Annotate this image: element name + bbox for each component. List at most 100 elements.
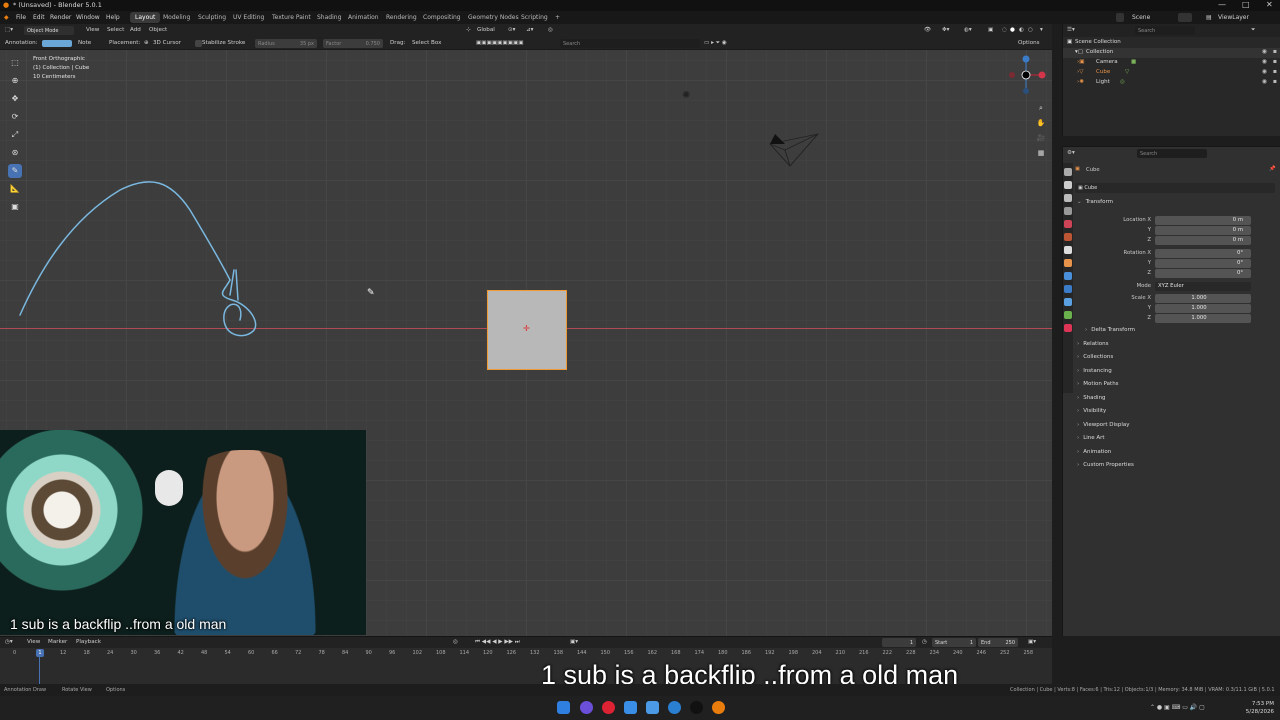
- delta-transform-panel-header[interactable]: Delta Transform: [1085, 327, 1280, 338]
- rotation-y-field[interactable]: 0°: [1155, 259, 1251, 268]
- properties-editor-icon[interactable]: ⚙▾: [1067, 150, 1075, 156]
- axis-gizmo-icon[interactable]: [1008, 55, 1048, 97]
- search-input[interactable]: Search: [560, 39, 700, 48]
- tab-sculpting[interactable]: Sculpting: [193, 12, 231, 23]
- instancing-panel-header[interactable]: Instancing: [1077, 368, 1277, 379]
- render-camera-icon[interactable]: ▪: [1273, 48, 1277, 55]
- menu-help[interactable]: Help: [106, 14, 120, 21]
- filter-icons[interactable]: ▭ ▸ ⏷ ◉: [704, 40, 727, 47]
- visibility-icon[interactable]: 👁: [924, 27, 931, 33]
- settings-icon[interactable]: [646, 701, 659, 714]
- rotation-x-field[interactable]: 0°: [1155, 249, 1251, 258]
- zoom-icon[interactable]: ⌕: [1035, 102, 1047, 114]
- menu-render[interactable]: Render: [50, 14, 71, 21]
- outliner-item[interactable]: ›▽ Cube ▽ ◉ ▪: [1063, 68, 1280, 78]
- filter-icon[interactable]: ⏷: [1251, 27, 1255, 34]
- timeline-menu-playback[interactable]: Playback: [76, 639, 101, 645]
- outliner-item[interactable]: ▾▢ Collection ◉ ▪: [1063, 48, 1280, 58]
- minimize-button[interactable]: —: [1218, 0, 1226, 9]
- visibility-panel-header[interactable]: Visibility: [1077, 408, 1277, 419]
- visibility-eye-icon[interactable]: ◉: [1262, 58, 1267, 65]
- light-icon[interactable]: ✺: [682, 90, 690, 101]
- xray-icon[interactable]: ▣: [988, 27, 993, 33]
- stabilize-checkbox[interactable]: [195, 40, 202, 47]
- transform-tool-icon[interactable]: ⊛: [8, 146, 22, 160]
- rotate-tool-icon[interactable]: ⟳: [8, 110, 22, 124]
- playback-controls-icon[interactable]: ⏮ ◀◀ ◀ ▶ ▶▶ ⏭: [475, 639, 520, 646]
- current-frame-field[interactable]: 1: [882, 638, 916, 647]
- tab-uv-editing[interactable]: UV Editing: [228, 12, 269, 23]
- select-box-tool-icon[interactable]: ⬚: [8, 56, 22, 70]
- viewport-display-panel-header[interactable]: Viewport Display: [1077, 422, 1277, 433]
- blender-taskbar-icon[interactable]: [712, 701, 725, 714]
- tab-texture-paint[interactable]: Texture Paint: [267, 12, 316, 23]
- scene-icon[interactable]: [1116, 13, 1124, 22]
- shading-panel-header[interactable]: Shading: [1077, 395, 1277, 406]
- close-button[interactable]: ✕: [1266, 0, 1273, 9]
- editor-type-icon[interactable]: ⬚▾: [5, 27, 13, 33]
- pin-icon[interactable]: 📌: [1269, 166, 1276, 172]
- proportional-edit-icon[interactable]: ◎: [548, 27, 553, 33]
- menu-edit[interactable]: Edit: [33, 14, 45, 21]
- line-art-panel-header[interactable]: Line Art: [1077, 435, 1277, 446]
- view-layer-tab-icon[interactable]: [1064, 207, 1072, 215]
- outliner-scene-collection[interactable]: ▣ Scene Collection: [1063, 38, 1280, 48]
- scale-z-field[interactable]: 1.000: [1155, 314, 1251, 323]
- obs-icon[interactable]: [690, 701, 703, 714]
- object-tab-icon[interactable]: [1064, 259, 1072, 267]
- particles-tab-icon[interactable]: [1064, 285, 1072, 293]
- maximize-button[interactable]: □: [1242, 0, 1250, 9]
- menu-select[interactable]: Select: [107, 27, 124, 33]
- orientation-selector[interactable]: Global: [477, 27, 495, 33]
- visibility-eye-icon[interactable]: ◉: [1262, 68, 1267, 75]
- tab-shading[interactable]: Shading: [312, 12, 346, 23]
- select-mode-icons[interactable]: ▣▣▣▣▣▣▣▣▣: [476, 40, 524, 46]
- shading-material-icon[interactable]: ◐: [1019, 27, 1024, 33]
- render-camera-icon[interactable]: ▪: [1273, 68, 1277, 75]
- discord-icon[interactable]: [580, 701, 593, 714]
- chrome-icon[interactable]: [602, 701, 615, 714]
- tray-icons[interactable]: ⌃ ● ▣ ⌨ ▭ 🔊 ▢: [1150, 704, 1205, 711]
- visibility-eye-icon[interactable]: ◉: [1262, 48, 1267, 55]
- location-y-field[interactable]: 0 m: [1155, 226, 1251, 235]
- tab-compositing[interactable]: Compositing: [418, 12, 466, 23]
- tab-rendering[interactable]: Rendering: [381, 12, 422, 23]
- animation-panel-header[interactable]: Animation: [1077, 449, 1277, 460]
- tab-modeling[interactable]: Modeling: [158, 12, 195, 23]
- move-tool-icon[interactable]: ✥: [8, 92, 22, 106]
- scene-actions[interactable]: [1178, 13, 1192, 22]
- pan-hand-icon[interactable]: ✋: [1035, 117, 1047, 129]
- options-dropdown[interactable]: Options: [1018, 40, 1040, 46]
- timeline-menu-view[interactable]: View: [27, 639, 40, 645]
- shading-wireframe-icon[interactable]: ◌: [1002, 27, 1007, 33]
- properties-search[interactable]: Search: [1137, 149, 1207, 158]
- view-layer-selector[interactable]: ViewLayer: [1218, 14, 1249, 21]
- scene-tab-icon[interactable]: [1064, 220, 1072, 228]
- output-tab-icon[interactable]: [1064, 194, 1072, 202]
- scale-y-field[interactable]: 1.000: [1155, 304, 1251, 313]
- timeline-editor-icon[interactable]: ◷▾: [5, 639, 13, 645]
- scene-selector[interactable]: Scene: [1132, 14, 1150, 21]
- data-tab-icon[interactable]: [1064, 311, 1072, 319]
- menu-file[interactable]: File: [16, 14, 26, 21]
- edge-icon[interactable]: [668, 701, 681, 714]
- motion-paths-panel-header[interactable]: Motion Paths: [1077, 381, 1277, 392]
- snap-icon[interactable]: ⊿▾: [526, 27, 534, 33]
- navigation-gizmo[interactable]: ⌕ ✋ 🎥 ▦: [1008, 55, 1048, 159]
- tool-tab-icon[interactable]: [1064, 168, 1072, 176]
- shading-options-icon[interactable]: ▾: [1040, 27, 1043, 33]
- record-icon[interactable]: ◎: [453, 639, 458, 645]
- modifier-tab-icon[interactable]: [1064, 272, 1072, 280]
- ortho-grid-icon[interactable]: ▦: [1035, 147, 1047, 159]
- world-tab-icon[interactable]: [1064, 233, 1072, 241]
- factor-field[interactable]: Factor 0.750: [323, 39, 383, 48]
- menu-add[interactable]: Add: [130, 27, 141, 33]
- tab-animation[interactable]: Animation: [343, 12, 384, 23]
- start-menu-icon[interactable]: [557, 701, 570, 714]
- render-tab-icon[interactable]: [1064, 181, 1072, 189]
- location-z-field[interactable]: 0 m: [1155, 236, 1251, 245]
- pivot-icon[interactable]: ⊙▾: [508, 27, 516, 33]
- outliner-item[interactable]: ›▣ Camera ■ ◉ ▪: [1063, 58, 1280, 68]
- cursor-tool-icon[interactable]: ⊕: [8, 74, 22, 88]
- visibility-eye-icon[interactable]: ◉: [1262, 78, 1267, 85]
